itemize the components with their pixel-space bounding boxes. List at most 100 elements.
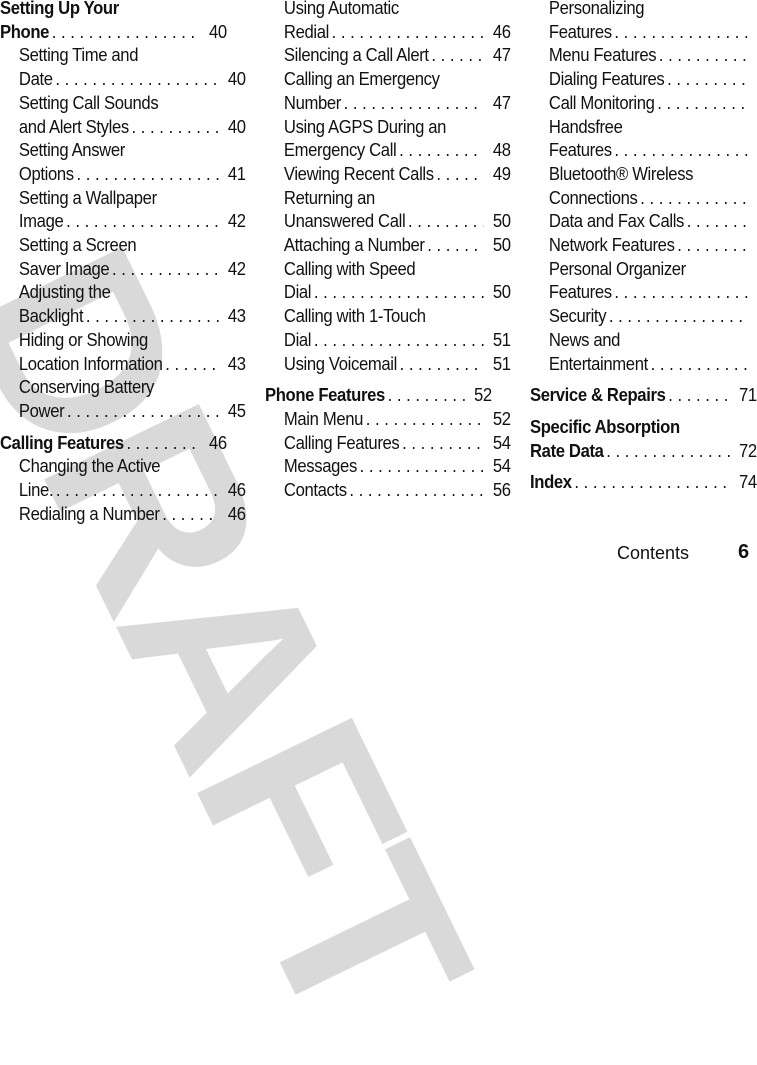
dot-leader [357, 454, 484, 478]
toc-section-entry[interactable]: Data and Fax Calls 66 [530, 209, 757, 233]
dot-leader [396, 138, 483, 162]
toc-chapter-entry[interactable]: Index 74 [530, 470, 757, 494]
toc-section-entry[interactable]: Personal OrganizerFeatures 68 [530, 257, 757, 304]
toc-entry-line: Specific Absorption [530, 415, 757, 439]
toc-entry-title: Features [548, 20, 612, 42]
toc-section-entry[interactable]: Main Menu 52 [265, 407, 511, 431]
toc-section-entry[interactable]: Changing the ActiveLine. 46 [0, 454, 246, 501]
toc-page-number: 46 [492, 20, 511, 42]
toc-section-entry[interactable]: Using AGPS During anEmergency Call 48 [265, 115, 511, 162]
toc-chapter-entry[interactable]: Calling Features 46 [0, 431, 227, 455]
dot-leader [53, 67, 219, 91]
toc-section-entry[interactable]: Calling with 1-TouchDial 51 [265, 304, 511, 351]
dot-leader [429, 43, 484, 67]
toc-chapter-entry[interactable]: Setting Up Your Phone 40 [0, 0, 227, 43]
dot-leader [612, 280, 749, 304]
toc-section-entry[interactable]: Contacts 56 [265, 478, 511, 502]
toc-entry-line: Dial 50 [284, 280, 511, 304]
toc-section-entry[interactable]: Setting AnswerOptions 41 [0, 138, 246, 185]
toc-entry-title: Contacts [283, 479, 347, 501]
toc-section-entry[interactable]: Messages 54 [265, 454, 511, 478]
toc-chapter-entry[interactable]: Specific AbsorptionRate Data 72 [530, 415, 757, 462]
toc-section-entry[interactable]: Hiding or ShowingLocation Information 43 [0, 328, 246, 375]
toc-entry-title: Specific Absorption [530, 415, 680, 437]
toc-section-entry[interactable]: Personalizing Features 58 [530, 0, 757, 43]
dot-leader [434, 162, 484, 186]
toc-section-entry[interactable]: Redialing a Number 46 [0, 502, 246, 526]
toc-entry-line: Location Information 43 [19, 352, 246, 376]
toc-page-number: 47 [492, 44, 511, 66]
toc-section-entry[interactable]: Setting Call Soundsand Alert Styles 40 [0, 91, 246, 138]
toc-page-number: 71 [738, 384, 757, 406]
dot-leader [572, 470, 730, 494]
dot-leader [684, 209, 749, 233]
toc-page-number: 68 [749, 280, 757, 304]
toc-section-entry[interactable]: Conserving BatteryPower 45 [0, 375, 246, 422]
toc-entry-line: Returning an [284, 186, 511, 210]
toc-section-entry[interactable]: Setting a ScreenSaver Image 42 [0, 233, 246, 280]
dot-leader [124, 431, 200, 455]
toc-section-entry[interactable]: News andEntertainment 69 [530, 328, 757, 375]
toc-entry-title: Power [18, 399, 65, 421]
toc-entry-title: Dial [283, 281, 312, 303]
dot-leader [665, 383, 729, 407]
toc-section-entry[interactable]: Setting Time andDate 40 [0, 43, 246, 90]
toc-section-entry[interactable]: HandsfreeFeatures 64 [530, 115, 757, 162]
toc-entry-line: Main Menu 52 [284, 407, 511, 431]
toc-entry-title: Hiding or Showing [18, 328, 148, 350]
toc-entry-line: Setting a Screen [19, 233, 246, 257]
toc-section-entry[interactable]: Security 69 [530, 304, 757, 328]
toc-section-entry[interactable]: Menu Features 61 [530, 43, 757, 67]
toc-entry-line: Adjusting the [19, 280, 246, 304]
toc-chapter-entry[interactable]: Phone Features 52 [265, 383, 492, 407]
toc-section-entry[interactable]: Adjusting theBacklight 43 [0, 280, 246, 327]
toc-entry-line: Line. 46 [19, 478, 246, 502]
toc-section-entry[interactable]: Call Monitoring 63 [530, 91, 757, 115]
dot-leader [363, 407, 484, 431]
dot-leader [399, 431, 483, 455]
toc-entry-title: Setting Up Your [0, 0, 119, 18]
toc-entry-title: Setting a Wallpaper [18, 186, 157, 208]
toc-section-entry[interactable]: Viewing Recent Calls 49 [265, 162, 511, 186]
toc-entry-line: Unanswered Call 50 [284, 209, 511, 233]
toc-entry-line: Personalizing [549, 0, 757, 20]
toc-entry-line: Number 47 [284, 91, 511, 115]
toc-page-number: 42 [227, 257, 246, 279]
toc-page-number: 40 [208, 20, 227, 42]
dot-leader [49, 20, 200, 44]
toc-page-number: 48 [492, 139, 511, 161]
toc-entry-line: Hiding or Showing [19, 328, 246, 352]
toc-entry-line: Features 58 [549, 20, 757, 44]
toc-entry-line: Options 41 [19, 162, 246, 186]
toc-entry-title: Attaching a Number [283, 234, 425, 256]
toc-entry-line: Calling with Speed [284, 257, 511, 281]
dot-leader [655, 91, 749, 115]
toc-page-number: 51 [492, 352, 511, 374]
toc-chapter-entry[interactable]: Service & Repairs 71 [530, 383, 757, 407]
toc-section-entry[interactable]: Attaching a Number 50 [265, 233, 511, 257]
toc-entry-title: Adjusting the [18, 281, 111, 303]
toc-entry-title: Data and Fax Calls [548, 210, 685, 232]
toc-section-entry[interactable]: Calling with SpeedDial 50 [265, 257, 511, 304]
toc-entry-title: Menu Features [548, 44, 657, 66]
toc-page-number: 52 [473, 384, 492, 406]
toc-entry-line: Power 45 [19, 399, 246, 423]
toc-entry-title: Features [548, 281, 612, 303]
toc-section-entry[interactable]: Using Voicemail 51 [265, 352, 511, 376]
toc-section-entry[interactable]: Dialing Features 63 [530, 67, 757, 91]
dot-leader [606, 304, 749, 328]
toc-section-entry[interactable]: Network Features 67 [530, 233, 757, 257]
toc-section-entry[interactable]: Calling Features 54 [265, 431, 511, 455]
toc-section-entry[interactable]: Bluetooth® WirelessConnections 65 [530, 162, 757, 209]
toc-section-entry[interactable]: Silencing a Call Alert 47 [265, 43, 511, 67]
toc-entry-line: Calling Features 54 [284, 431, 511, 455]
toc-entry-title: Phone Features [265, 384, 385, 406]
toc-section-entry[interactable]: Returning anUnanswered Call 50 [265, 186, 511, 233]
toc-section-entry[interactable]: Setting a WallpaperImage 42 [0, 186, 246, 233]
dot-leader [74, 162, 219, 186]
toc-entry-line: Dialing Features 63 [549, 67, 757, 91]
toc-section-entry[interactable]: Using Automatic Redial 46 [265, 0, 511, 43]
toc-entry-line: Menu Features 61 [549, 43, 757, 67]
toc-section-entry[interactable]: Calling an EmergencyNumber 47 [265, 67, 511, 114]
dot-leader [347, 478, 484, 502]
